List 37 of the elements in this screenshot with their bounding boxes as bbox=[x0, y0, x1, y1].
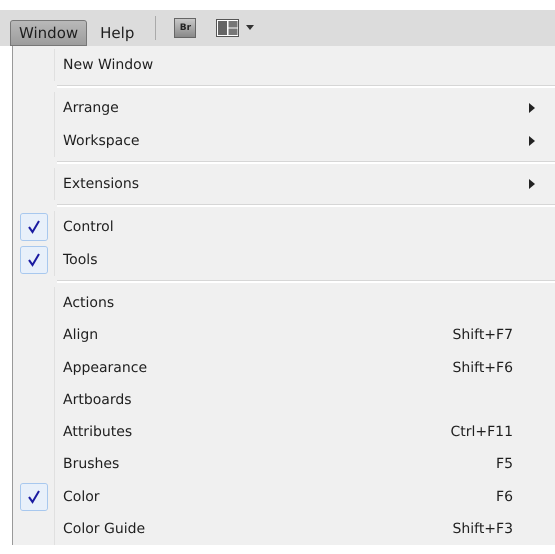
menu-item-label: Align bbox=[63, 327, 100, 344]
menu-item-label: Appearance bbox=[63, 360, 148, 376]
menu-item-label: Artboards bbox=[63, 392, 133, 408]
shortcut-label: Shift+F3 bbox=[452, 521, 513, 537]
menu-item[interactable]: Align Shift+F7 bbox=[13, 319, 555, 352]
menu-bar-item[interactable]: Help bbox=[91, 20, 144, 46]
menu-item[interactable]: Workspace bbox=[13, 124, 555, 157]
menu-item[interactable]: Extensions bbox=[13, 168, 555, 200]
menu-item-label: Control bbox=[63, 219, 115, 236]
shortcut-label: Shift+F6 bbox=[452, 360, 513, 376]
menu-item-label: Extensions bbox=[63, 176, 140, 192]
menu-item[interactable]: Appearance Shift+F6 bbox=[13, 351, 555, 384]
menu-item-label: Arrange bbox=[63, 100, 120, 116]
menu-item[interactable]: Artboards bbox=[13, 384, 555, 416]
shortcut-label: Ctrl+F11 bbox=[450, 424, 513, 440]
menu-item-label: New Window bbox=[63, 57, 154, 74]
menu-item-label: Tools bbox=[63, 252, 98, 268]
menu-item[interactable]: Control bbox=[13, 211, 555, 244]
menu-item[interactable]: Color F6 bbox=[13, 480, 555, 513]
menu-item[interactable]: Color Guide Shift+F3 bbox=[13, 512, 555, 546]
menu-item-label: Brushes bbox=[63, 456, 120, 472]
menu-item[interactable]: Brushes F5 bbox=[13, 448, 555, 481]
menu-item-label: Actions bbox=[63, 294, 116, 311]
menu-item-label: Attributes bbox=[63, 424, 134, 440]
shortcut-label: Shift+F7 bbox=[452, 327, 513, 344]
menu-item[interactable]: New Window bbox=[13, 49, 555, 82]
shortcut-label: F5 bbox=[496, 456, 513, 472]
menu-item-label: Workspace bbox=[63, 132, 141, 149]
menu-item[interactable]: Actions bbox=[13, 286, 555, 320]
menu-item[interactable]: Tools bbox=[13, 243, 555, 276]
menu-item-label: Color Guide bbox=[63, 521, 146, 537]
menu-item[interactable]: Arrange bbox=[13, 92, 555, 125]
shortcut-label: F6 bbox=[496, 488, 513, 505]
menu-item[interactable]: Attributes Ctrl+F11 bbox=[13, 416, 555, 448]
menu-bar-item[interactable]: Window bbox=[10, 20, 88, 46]
menu-item-label: Color bbox=[63, 488, 101, 505]
bridge-button[interactable]: Br bbox=[174, 18, 196, 38]
